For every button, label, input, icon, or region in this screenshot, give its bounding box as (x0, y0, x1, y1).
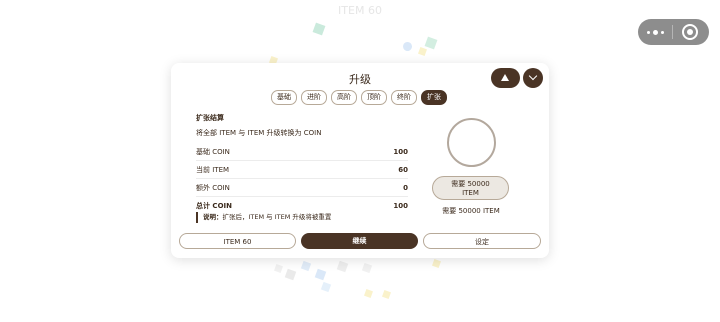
tab-advanced[interactable]: 进阶 (301, 90, 327, 105)
confetti-piece (320, 281, 332, 293)
target-icon[interactable] (682, 24, 698, 40)
requirement-button[interactable]: 需要 50000 ITEM (432, 176, 509, 200)
row-value: 100 (393, 147, 408, 156)
tab-top[interactable]: 顶阶 (361, 90, 387, 105)
settings-button[interactable]: 设定 (423, 233, 541, 249)
row-label: 当前 ITEM (196, 165, 230, 174)
tier-tabs: 基础 进阶 高阶 顶阶 终阶 扩张 (271, 90, 447, 105)
confetti-piece (382, 290, 391, 299)
confetti-piece (418, 47, 427, 56)
requirement-button-line2: ITEM (462, 189, 479, 197)
preview-circle (447, 118, 496, 167)
requirement-button-line1: 需要 50000 (451, 180, 490, 188)
confetti-piece (361, 262, 373, 274)
confetti-piece (284, 268, 297, 281)
shape-button[interactable] (491, 68, 520, 88)
row-label: 总计 COIN (196, 201, 232, 210)
collapse-button[interactable] (523, 68, 543, 88)
confetti-piece (432, 259, 441, 268)
background-title: ITEM 60 (338, 4, 382, 17)
section-title: 扩张结算 (196, 114, 224, 122)
confetti-piece (364, 289, 373, 298)
tab-expand[interactable]: 扩张 (421, 90, 447, 105)
row-value: 100 (393, 201, 408, 210)
confetti-piece (274, 264, 283, 273)
confetti-piece (300, 260, 312, 272)
confetti-piece (336, 260, 349, 273)
note: 说明：扩张后，ITEM 与 ITEM 升级将被重置 (196, 212, 415, 223)
shape-icon (501, 74, 509, 81)
confetti-piece (401, 40, 414, 53)
note-label: 说明： (203, 213, 223, 221)
chevron-down-icon (528, 71, 538, 81)
tab-final[interactable]: 终阶 (391, 90, 417, 105)
tab-high[interactable]: 高阶 (331, 90, 357, 105)
confetti-piece (424, 36, 438, 50)
table-row: 额外 COIN 0 (196, 179, 408, 197)
mini-program-capsule (638, 19, 709, 45)
row-label: 额外 COIN (196, 183, 230, 192)
requirement-text: 需要 50000 ITEM (442, 207, 500, 215)
table-row: 当前 ITEM 60 (196, 161, 408, 179)
row-value: 0 (403, 183, 408, 192)
capsule-divider (672, 25, 673, 39)
row-label: 基础 COIN (196, 147, 230, 156)
table-row: 基础 COIN 100 (196, 143, 408, 161)
upgrade-dialog: 升级 基础 进阶 高阶 顶阶 终阶 扩张 扩张结算 将全部 ITEM 与 ITE… (171, 63, 549, 258)
note-text: 扩张后，ITEM 与 ITEM 升级将被重置 (222, 213, 332, 221)
tab-basic[interactable]: 基础 (271, 90, 297, 105)
confetti-piece (312, 22, 326, 36)
more-dots-icon[interactable] (638, 29, 672, 35)
confetti-piece (314, 268, 327, 281)
row-value: 60 (398, 165, 408, 174)
section-description: 将全部 ITEM 与 ITEM 升级转换为 COIN (196, 129, 322, 137)
continue-button[interactable]: 继续 (301, 233, 418, 249)
item-count-button[interactable]: ITEM 60 (179, 233, 296, 249)
settlement-table: 基础 COIN 100 当前 ITEM 60 额外 COIN 0 总计 COIN… (196, 143, 408, 214)
